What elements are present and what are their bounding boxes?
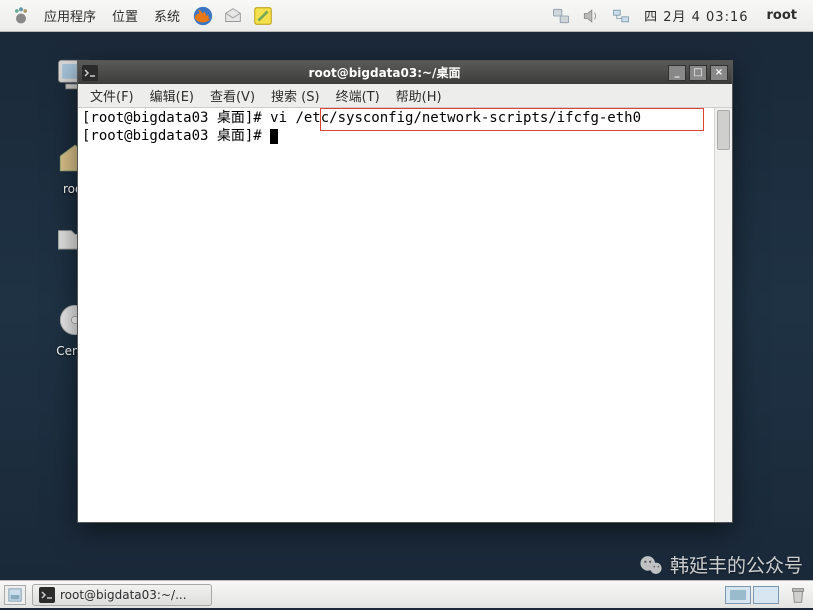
menu-help[interactable]: 帮助(H) bbox=[388, 86, 450, 105]
command-text: vi /etc/sysconfig/network-scripts/ifcfg-… bbox=[270, 110, 641, 126]
watermark-text: 韩延丰的公众号 bbox=[670, 551, 803, 578]
terminal-window: root@bigdata03:~/桌面 _ □ × 文件(F) 编辑(E) 查看… bbox=[77, 60, 733, 523]
terminal-area[interactable]: [root@bigdata03 桌面]# vi /etc/sysconfig/n… bbox=[78, 108, 732, 522]
maximize-button[interactable]: □ bbox=[689, 65, 707, 81]
terminal-icon bbox=[82, 65, 98, 81]
network-manager-icon[interactable] bbox=[609, 4, 633, 28]
menu-file[interactable]: 文件(F) bbox=[82, 86, 142, 105]
minimize-button[interactable]: _ bbox=[668, 65, 686, 81]
menu-system[interactable]: 系统 bbox=[146, 6, 188, 25]
workspace-1[interactable] bbox=[725, 586, 751, 604]
terminal-icon bbox=[39, 587, 55, 603]
user-menu[interactable]: root bbox=[757, 8, 808, 23]
show-desktop-button[interactable] bbox=[4, 585, 26, 605]
nautilus-icon[interactable] bbox=[221, 4, 245, 28]
menu-search[interactable]: 搜索 (S) bbox=[263, 86, 328, 105]
task-button-terminal[interactable]: root@bigdata03:~/... bbox=[32, 584, 212, 606]
watermark: 韩延丰的公众号 bbox=[638, 551, 803, 578]
trash-icon[interactable] bbox=[787, 584, 809, 606]
cursor bbox=[270, 129, 278, 144]
menubar: 文件(F) 编辑(E) 查看(V) 搜索 (S) 终端(T) 帮助(H) bbox=[78, 84, 732, 108]
window-title: root@bigdata03:~/桌面 bbox=[104, 64, 665, 81]
menu-places[interactable]: 位置 bbox=[104, 6, 146, 25]
gedit-icon[interactable] bbox=[251, 4, 275, 28]
top-panel: 应用程序 位置 系统 四 2月 4 03:16 root bbox=[0, 0, 813, 32]
terminal-content[interactable]: [root@bigdata03 桌面]# vi /etc/sysconfig/n… bbox=[78, 108, 714, 522]
workspace-switcher bbox=[723, 586, 779, 604]
close-button[interactable]: × bbox=[710, 65, 728, 81]
titlebar[interactable]: root@bigdata03:~/桌面 _ □ × bbox=[78, 61, 732, 84]
menu-terminal[interactable]: 终端(T) bbox=[328, 86, 388, 105]
prompt: [root@bigdata03 桌面]# bbox=[82, 110, 270, 126]
scrollbar-thumb[interactable] bbox=[717, 110, 730, 150]
network-icon[interactable] bbox=[549, 4, 573, 28]
menu-edit[interactable]: 编辑(E) bbox=[142, 86, 202, 105]
workspace-2[interactable] bbox=[753, 586, 779, 604]
menu-view[interactable]: 查看(V) bbox=[202, 86, 263, 105]
prompt: [root@bigdata03 桌面]# bbox=[82, 128, 270, 144]
bottom-panel: root@bigdata03:~/... bbox=[0, 580, 813, 608]
wechat-icon bbox=[638, 552, 664, 578]
task-button-label: root@bigdata03:~/... bbox=[60, 588, 187, 602]
firefox-icon[interactable] bbox=[191, 4, 215, 28]
scrollbar[interactable] bbox=[714, 108, 732, 522]
clock[interactable]: 四 2月 4 03:16 bbox=[636, 6, 756, 25]
gnome-foot-icon[interactable] bbox=[9, 4, 33, 28]
volume-icon[interactable] bbox=[579, 4, 603, 28]
menu-applications[interactable]: 应用程序 bbox=[36, 6, 104, 25]
